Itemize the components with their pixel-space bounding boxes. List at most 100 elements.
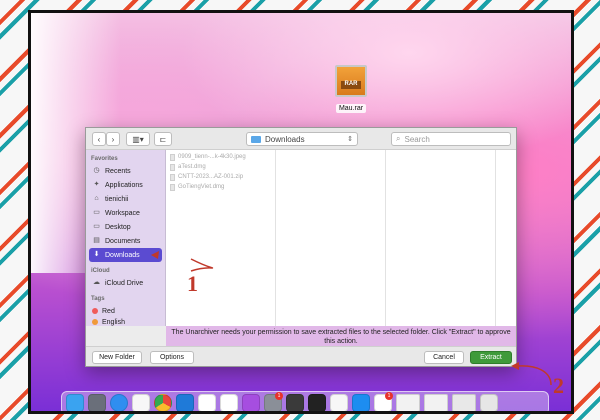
arrow-to-extract bbox=[517, 365, 552, 386]
chrome-icon[interactable] bbox=[154, 394, 172, 411]
sidebar-item-tag-english[interactable]: English bbox=[86, 318, 165, 326]
notes-icon[interactable] bbox=[132, 394, 150, 411]
window-thumbnail-icon[interactable] bbox=[424, 394, 448, 411]
sidebar-item-label: Documents bbox=[105, 237, 141, 245]
back-button[interactable]: ‹ bbox=[92, 132, 106, 146]
folder-icon bbox=[251, 135, 261, 143]
sidebar-item-label: tienichii bbox=[105, 195, 129, 203]
new-folder-toolbar-button[interactable]: ⊏ bbox=[154, 132, 172, 146]
sidebar-item-documents[interactable]: ▤ Documents bbox=[86, 234, 165, 248]
calculator-icon[interactable] bbox=[286, 394, 304, 411]
rar-archive-icon: RAR bbox=[335, 65, 367, 97]
applications-icon: ✦ bbox=[93, 181, 100, 188]
column-downloads: 0909_tienn-...k-4k30.jpeg aTest.dmg CNTT… bbox=[166, 150, 276, 326]
sidebar-item-label: English bbox=[102, 318, 125, 326]
permission-notice: The Unarchiver needs your permission to … bbox=[166, 326, 516, 348]
trash-icon[interactable] bbox=[480, 394, 498, 411]
search-placeholder: Search bbox=[404, 134, 430, 144]
sidebar-item-workspace[interactable]: ▭ Workspace bbox=[86, 206, 165, 220]
location-label: Downloads bbox=[265, 134, 305, 144]
sidebar-heading-tags: Tags bbox=[91, 296, 105, 302]
new-folder-button[interactable]: New Folder bbox=[92, 351, 142, 364]
notification-badge: 1 bbox=[385, 392, 393, 400]
sidebar-item-applications[interactable]: ✦ Applications bbox=[86, 178, 165, 192]
dialog-footer: New Folder Options Cancel Extract bbox=[86, 346, 516, 366]
vscode-icon[interactable] bbox=[176, 394, 194, 411]
file-name: GoTiengViet.dmg bbox=[178, 184, 225, 190]
file-name: CNTT-2023...AZ-001.zip bbox=[178, 174, 244, 180]
cancel-button[interactable]: Cancel bbox=[424, 351, 464, 364]
folder-icon: ⊏ bbox=[159, 134, 167, 144]
system-preferences-icon[interactable]: 1 bbox=[264, 392, 283, 411]
messenger-icon[interactable] bbox=[220, 394, 238, 411]
search-input[interactable]: ⌕ Search bbox=[391, 132, 511, 146]
file-item[interactable]: 0909_tienn-...k-4k30.jpeg bbox=[166, 152, 275, 162]
notification-badge: 1 bbox=[275, 392, 283, 400]
home-icon: ⌂ bbox=[94, 195, 99, 202]
view-mode-button[interactable]: ▥▾ bbox=[126, 132, 150, 146]
tag-dot-icon bbox=[92, 319, 98, 325]
file-icon bbox=[170, 163, 175, 171]
window-thumbnail-icon[interactable] bbox=[452, 394, 476, 411]
terminal-icon[interactable] bbox=[308, 394, 326, 411]
extract-button[interactable]: Extract bbox=[470, 351, 512, 364]
app-store-icon[interactable] bbox=[352, 394, 370, 411]
sidebar-item-tag-red[interactable]: Red bbox=[86, 304, 165, 318]
file-item[interactable]: GoTiengViet.dmg bbox=[166, 182, 275, 192]
window-thumbnail-icon[interactable] bbox=[396, 394, 420, 411]
file-icon bbox=[170, 173, 175, 181]
dock: 11 bbox=[61, 391, 549, 411]
forward-button[interactable]: › bbox=[106, 132, 120, 146]
file-icon bbox=[170, 153, 175, 161]
clock-icon: ◷ bbox=[93, 167, 100, 174]
chevron-right-icon: › bbox=[111, 134, 115, 144]
podcasts-icon[interactable] bbox=[242, 394, 260, 411]
column-empty bbox=[276, 150, 386, 326]
annotation-number-2: 2 bbox=[553, 373, 564, 398]
download-icon: ⬇ bbox=[93, 251, 100, 258]
zalo-icon[interactable] bbox=[198, 394, 216, 411]
sidebar-item-label: Downloads bbox=[105, 251, 140, 259]
safari-icon[interactable] bbox=[110, 394, 128, 411]
calendar-icon[interactable]: 1 bbox=[374, 392, 393, 411]
location-select[interactable]: Downloads ⇕ bbox=[246, 132, 358, 146]
options-button[interactable]: Options bbox=[150, 351, 194, 364]
updown-chevron-icon: ⇕ bbox=[347, 136, 353, 143]
sidebar-item-icloud-drive[interactable]: ☁ iCloud Drive bbox=[86, 276, 165, 290]
cloud-icon: ☁ bbox=[93, 279, 100, 286]
dialog-toolbar: ‹ › ▥▾ ⊏ Downloads ⇕ ⌕ Search bbox=[86, 128, 516, 150]
sidebar-item-label: Recents bbox=[105, 167, 131, 175]
sidebar-heading-favorites: Favorites bbox=[91, 156, 118, 162]
sidebar-item-recents[interactable]: ◷ Recents bbox=[86, 164, 165, 178]
launchpad-icon[interactable] bbox=[88, 394, 106, 411]
sidebar-item-label: iCloud Drive bbox=[105, 279, 144, 287]
tag-dot-icon bbox=[92, 308, 98, 314]
sidebar-item-label: Workspace bbox=[105, 209, 140, 217]
sidebar: Favorites ◷ Recents ✦ Applications ⌂ tie… bbox=[86, 150, 166, 326]
file-name: aTest.dmg bbox=[178, 164, 206, 170]
sidebar-heading-icloud: iCloud bbox=[91, 268, 110, 274]
chevron-left-icon: ‹ bbox=[97, 134, 101, 144]
sidebar-item-label: Red bbox=[102, 307, 115, 315]
desktop-icon: ▭ bbox=[93, 223, 100, 230]
finder-icon[interactable] bbox=[66, 394, 84, 411]
textedit-icon[interactable] bbox=[330, 394, 348, 411]
file-item[interactable]: CNTT-2023...AZ-001.zip bbox=[166, 172, 275, 182]
annotation-number-1: 1 bbox=[187, 271, 198, 296]
file-browser-columns: 0909_tienn-...k-4k30.jpeg aTest.dmg CNTT… bbox=[166, 150, 516, 326]
column-view-icon: ▥▾ bbox=[132, 134, 144, 144]
sidebar-item-label: Desktop bbox=[105, 223, 131, 231]
sidebar-item-downloads[interactable]: ⬇ Downloads bbox=[89, 248, 162, 262]
extract-dialog: ‹ › ▥▾ ⊏ Downloads ⇕ ⌕ Search Favorites bbox=[85, 127, 517, 367]
desktop-file-name: Mau.rar bbox=[335, 104, 367, 113]
desktop-file-mau-rar[interactable]: RAR Mau.rar bbox=[321, 65, 381, 115]
sidebar-item-home[interactable]: ⌂ tienichii bbox=[86, 192, 165, 206]
file-name: 0909_tienn-...k-4k30.jpeg bbox=[178, 154, 246, 160]
sidebar-item-desktop[interactable]: ▭ Desktop bbox=[86, 220, 165, 234]
search-icon: ⌕ bbox=[396, 134, 401, 143]
rar-icon-label: RAR bbox=[344, 81, 358, 87]
desktop: RAR Mau.rar ‹ › ▥▾ ⊏ Downloads ⇕ ⌕ Searc… bbox=[28, 10, 574, 414]
file-icon bbox=[170, 183, 175, 191]
file-item[interactable]: aTest.dmg bbox=[166, 162, 275, 172]
document-icon: ▤ bbox=[93, 237, 100, 244]
